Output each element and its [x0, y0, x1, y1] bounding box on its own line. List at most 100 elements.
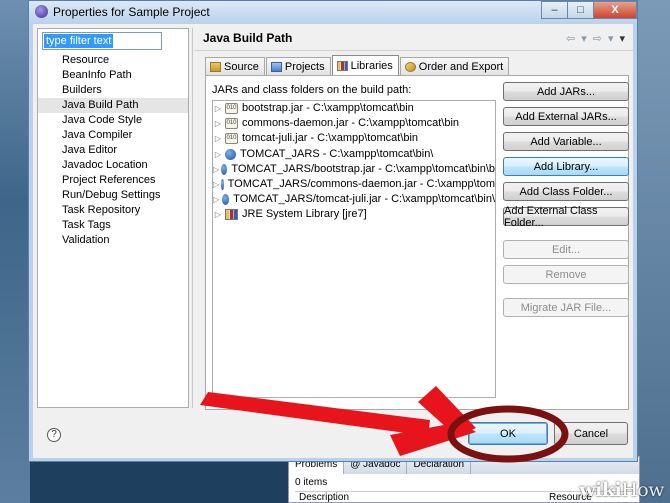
- view-menu-icon[interactable]: ▾: [619, 32, 625, 45]
- ok-button[interactable]: OK: [468, 422, 548, 445]
- problems-count: 0 items: [295, 477, 328, 488]
- expand-icon[interactable]: ▷: [213, 177, 219, 192]
- splitter[interactable]: [192, 28, 193, 408]
- add-class-folder-button[interactable]: Add Class Folder...: [503, 182, 629, 201]
- tab-label: Libraries: [350, 60, 393, 72]
- tab-libraries[interactable]: Libraries: [331, 55, 399, 76]
- page-title: Java Build Path: [203, 31, 293, 45]
- expand-icon[interactable]: ▷: [213, 147, 223, 162]
- classpath-variable-icon: [221, 179, 224, 191]
- library-entry-label: commons-daemon.jar - C:\xampp\tomcat\bin: [242, 117, 460, 130]
- expand-icon[interactable]: ▷: [213, 207, 223, 222]
- page-navigation: ⇦ ▾ ⇨ ▾ ▾: [566, 32, 625, 45]
- library-entry[interactable]: ▷ 010 commons-daemon.jar - C:\xampp\tomcat…: [213, 116, 495, 131]
- add-library-button[interactable]: Add Library...: [503, 157, 629, 176]
- tree-item[interactable]: Run/Debug Settings: [38, 188, 188, 203]
- tab-source[interactable]: Source: [205, 57, 265, 75]
- jar-icon: 010: [225, 133, 238, 145]
- library-entry[interactable]: ▷ TOMCAT_JARS/bootstrap.jar - C:\xampp\to…: [213, 162, 495, 177]
- classpath-variable-icon: [221, 194, 230, 206]
- tree-item[interactable]: Validation: [38, 233, 188, 248]
- expand-icon[interactable]: ▷: [213, 131, 223, 146]
- library-icon: [225, 209, 238, 221]
- add-external-class-folder-button[interactable]: Add External Class Folder...: [503, 205, 629, 229]
- maximize-button[interactable]: □: [567, 1, 594, 19]
- window-title: Properties for Sample Project: [53, 5, 210, 19]
- add-jars-button[interactable]: Add JARs...: [503, 82, 629, 101]
- title-bar[interactable]: Properties for Sample Project – □ X: [29, 1, 637, 23]
- tab-order-and-export[interactable]: Order and Export: [399, 57, 510, 75]
- help-icon[interactable]: ?: [47, 428, 61, 442]
- tree-item[interactable]: Project References: [38, 173, 188, 188]
- tree-item[interactable]: Builders: [38, 83, 188, 98]
- property-tree-panel: type filter text Resource BeanInfo Path Bu…: [37, 28, 189, 408]
- expand-icon[interactable]: ▷: [213, 162, 219, 177]
- library-entry-label: TOMCAT_JARS/bootstrap.jar - C:\xampp\tom…: [231, 162, 495, 175]
- library-entry[interactable]: ▷ TOMCAT_JARS/tomcat-juli.jar - C:\xampp\…: [213, 192, 495, 207]
- tree-item[interactable]: Resource: [38, 53, 188, 68]
- library-entry-label: TOMCAT_JARS/tomcat-juli.jar - C:\xampp\t…: [233, 193, 495, 206]
- filter-input[interactable]: type filter text: [42, 32, 162, 50]
- desktop-background-left: [0, 0, 30, 503]
- order-export-icon: [404, 61, 416, 72]
- classpath-variable-icon: [221, 163, 228, 175]
- minimize-button[interactable]: –: [541, 1, 568, 19]
- tree-item[interactable]: Java Compiler: [38, 128, 188, 143]
- libraries-label: JARs and class folders on the build path…: [212, 84, 412, 96]
- jar-icon: 010: [225, 103, 238, 115]
- source-folder-icon: [210, 61, 221, 72]
- migrate-jar-file-button[interactable]: Migrate JAR File...: [503, 298, 629, 317]
- property-tree: Resource BeanInfo Path Builders Java Build …: [38, 53, 188, 248]
- expand-icon[interactable]: ▷: [213, 101, 223, 116]
- build-path-tabs: Source Projects Libraries Order and Export: [205, 55, 510, 76]
- library-entry[interactable]: ▷ TOMCAT_JARS/commons-daemon.jar - C:\xam…: [213, 177, 495, 192]
- classpath-variable-icon: [225, 148, 236, 160]
- property-page: Java Build Path ⇦ ▾ ⇨ ▾ ▾ Source Projects…: [195, 24, 633, 412]
- filter-input-text: type filter text: [44, 34, 114, 48]
- forward-arrow-icon[interactable]: ⇨: [593, 32, 602, 45]
- library-entry-label: tomcat-juli.jar - C:\xampp\tomcat\bin: [242, 132, 419, 145]
- cancel-button[interactable]: Cancel: [554, 422, 628, 445]
- forward-menu-icon[interactable]: ▾: [608, 32, 614, 45]
- library-entry-label: JRE System Library [jre7]: [242, 208, 367, 221]
- tab-label: Projects: [284, 60, 325, 73]
- expand-icon[interactable]: ▷: [213, 116, 223, 131]
- desktop-background-right: [636, 0, 670, 503]
- library-entry[interactable]: ▷ 010 bootstrap.jar - C:\xampp\tomcat\bin: [213, 101, 495, 116]
- library-entry[interactable]: ▷ 010 tomcat-juli.jar - C:\xampp\tomcat\bi…: [213, 131, 495, 146]
- tree-item[interactable]: Task Repository: [38, 203, 188, 218]
- tree-item[interactable]: Java Editor: [38, 143, 188, 158]
- dialog-client-area: type filter text Resource BeanInfo Path Bu…: [33, 24, 633, 458]
- libraries-icon: [336, 61, 348, 71]
- tree-item[interactable]: Task Tags: [38, 218, 188, 233]
- library-entry-label: bootstrap.jar - C:\xampp\tomcat\bin: [242, 102, 414, 115]
- tree-item[interactable]: Javadoc Location: [38, 158, 188, 173]
- tree-item[interactable]: Java Build Path: [38, 98, 188, 113]
- tab-projects[interactable]: Projects: [265, 57, 331, 75]
- remove-button[interactable]: Remove: [503, 265, 629, 284]
- edit-button[interactable]: Edit...: [503, 240, 629, 259]
- add-external-jars-button[interactable]: Add External JARs...: [503, 107, 629, 126]
- eclipse-icon: [35, 5, 48, 18]
- close-button[interactable]: X: [593, 1, 637, 19]
- tree-item[interactable]: Java Code Style: [38, 113, 188, 128]
- expand-icon[interactable]: ▷: [213, 192, 220, 207]
- libraries-list[interactable]: ▷ 010 bootstrap.jar - C:\xampp\tomcat\bin ▷…: [212, 100, 496, 398]
- watermark-wiki: wiki: [579, 479, 622, 501]
- tab-label: Source: [224, 60, 259, 73]
- library-entry[interactable]: ▷ JRE System Library [jre7]: [213, 207, 495, 222]
- tree-item[interactable]: BeanInfo Path: [38, 68, 188, 83]
- library-entry-label: TOMCAT_JARS/commons-daemon.jar - C:\xamp…: [227, 178, 495, 191]
- title-separator: [195, 50, 633, 51]
- properties-dialog: Properties for Sample Project – □ X type…: [28, 0, 638, 462]
- column-description[interactable]: Description: [295, 492, 545, 503]
- libraries-tab-page: JARs and class folders on the build path…: [205, 75, 629, 410]
- window-controls: – □ X: [541, 1, 637, 19]
- library-entry-label: TOMCAT_JARS - C:\xampp\tomcat\bin\: [240, 147, 434, 160]
- back-arrow-icon[interactable]: ⇦: [566, 32, 575, 45]
- watermark-how: How: [621, 479, 664, 501]
- library-entry[interactable]: ▷ TOMCAT_JARS - C:\xampp\tomcat\bin\: [213, 147, 495, 162]
- back-menu-icon[interactable]: ▾: [581, 32, 587, 45]
- add-variable-button[interactable]: Add Variable...: [503, 132, 629, 151]
- projects-icon: [270, 61, 282, 72]
